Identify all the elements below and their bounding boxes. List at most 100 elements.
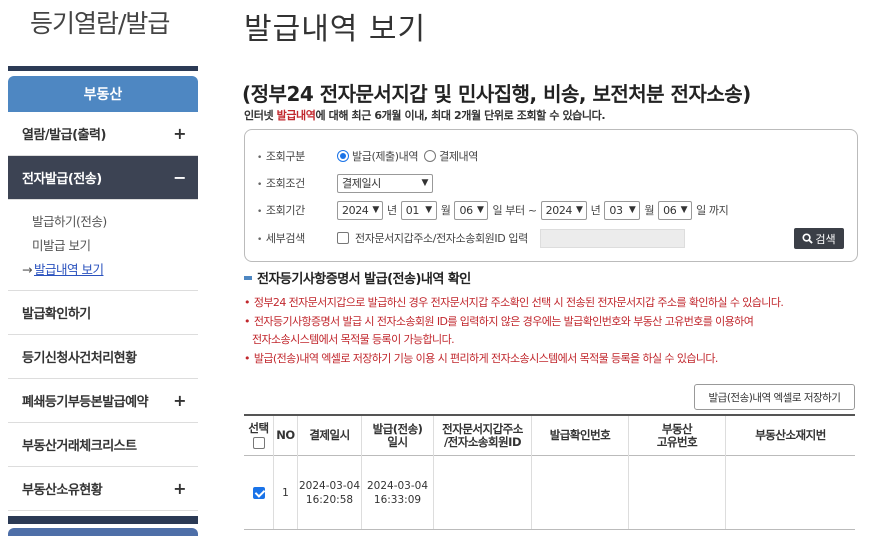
- issue-date-time: 16:33:09: [373, 493, 422, 506]
- th-wallet-line1: 전자문서지갑주소: [442, 421, 523, 436]
- info-title-text: 전자등기사항증명서 발급(전송)내역 확인: [257, 272, 471, 287]
- sidebar-next-header[interactable]: [8, 528, 198, 536]
- issue-history-table: 선택 NO 1 결제일시 2024-03-04 16:20:58 발급(전송) …: [244, 414, 855, 530]
- th-select: 선택: [244, 416, 273, 456]
- sidebar-subitem-unissued[interactable]: 미발급 보기: [32, 234, 198, 258]
- th-pay-date: 결제일시: [298, 416, 361, 456]
- expand-icon[interactable]: +: [173, 124, 186, 143]
- sidebar-item-view-issue[interactable]: 열람/발급(출력) +: [8, 112, 198, 156]
- chevron-down-icon: ▼: [476, 205, 484, 215]
- th-wallet: 전자문서지갑주소 /전자소송회원ID: [434, 416, 531, 456]
- sidebar-item-label: 열람/발급(출력): [22, 128, 106, 143]
- to-day-value: 06: [663, 203, 677, 217]
- radio-payment-history[interactable]: [424, 150, 437, 162]
- to-year-select[interactable]: 2024 ▼: [540, 200, 587, 220]
- search-button-label: 검색: [815, 232, 836, 246]
- section-title: (정부24 전자문서지갑 및 민사집행, 비송, 보전처분 전자소송): [242, 82, 751, 106]
- pay-date-time: 16:20:58: [305, 493, 354, 506]
- col-issue-date: 발급(전송) 일시 2024-03-04 16:33:09: [362, 416, 434, 529]
- radio-payment-history-label[interactable]: 결제내역: [439, 148, 478, 164]
- col-re-no: 부동산 고유번호: [629, 416, 726, 529]
- from-month-select[interactable]: 01 ▼: [400, 200, 437, 220]
- to-month-value: 03: [609, 203, 623, 217]
- th-issue-date-line2: 일시: [387, 434, 408, 449]
- search-cond-row: 조회조건 결제일시 ▼: [257, 173, 433, 193]
- detail-checkbox-label[interactable]: 전자문서지갑주소/전자소송회원ID 입력: [355, 230, 528, 246]
- row-checkbox[interactable]: [252, 486, 265, 499]
- search-detail-row: 세부검색 전자문서지갑주소/전자소송회원ID 입력: [257, 228, 685, 248]
- sidebar-bottom-divider: [8, 516, 198, 524]
- sidebar-item-issue-verify[interactable]: 발급확인하기: [8, 291, 198, 335]
- subtitle-highlight: 발급내역: [276, 109, 316, 122]
- unit-year: 년: [590, 204, 601, 217]
- sidebar-item-label: 폐쇄등기부등본발급예약: [22, 395, 149, 410]
- sidebar-header[interactable]: 부동산: [8, 76, 198, 112]
- expand-icon[interactable]: +: [173, 479, 186, 498]
- sidebar-subitem-issue-history[interactable]: → 발급내역 보기: [22, 258, 198, 282]
- chevron-down-icon: ▼: [576, 205, 583, 215]
- excel-export-button[interactable]: 발급(전송)내역 엑셀로 저장하기: [694, 384, 855, 410]
- col-select: 선택: [244, 416, 274, 529]
- sidebar-item-closed-register[interactable]: 폐쇄등기부등본발급예약 +: [8, 379, 198, 423]
- from-month-value: 01: [405, 203, 420, 217]
- note-item: 전자소송시스템에서 목적물 등록이 가능합니다.: [252, 333, 455, 346]
- table-row-wallet: [434, 456, 531, 529]
- sidebar-item-label: 등기신청사건처리현황: [22, 351, 137, 366]
- collapse-icon[interactable]: −: [173, 168, 186, 187]
- table-row-pay-date: 2024-03-04 16:20:58: [298, 456, 361, 529]
- select-all-checkbox[interactable]: [252, 437, 265, 449]
- search-detail-label: 세부검색: [257, 230, 337, 246]
- unit-month: 월: [644, 204, 655, 217]
- note-item: 정부24 전자문서지갑으로 발급하신 경우 전자문서지갑 주소확인 선택 시 전…: [244, 294, 864, 313]
- to-year-value: 2024: [545, 203, 573, 217]
- note-item: 발급(전송)내역 엑셀로 저장하기 기능 이용 시 편리하게 전자소송시스템에서…: [244, 350, 864, 369]
- radio-issue-history-label[interactable]: 발급(제출)내역: [352, 148, 419, 164]
- issue-date-date: 2024-03-04: [366, 479, 429, 492]
- chevron-down-icon: ▼: [680, 205, 688, 215]
- chevron-down-icon: ▼: [372, 205, 379, 215]
- th-address: 부동산소재지번: [726, 416, 855, 456]
- pay-date-date: 2024-03-04: [298, 479, 361, 492]
- sidebar-item-label: 전자발급(전송): [22, 172, 102, 187]
- sidebar-title: 등기열람/발급: [30, 9, 170, 38]
- unit-month: 월: [440, 204, 451, 217]
- from-day-select[interactable]: 06 ▼: [454, 200, 489, 220]
- sidebar-item-checklist[interactable]: 부동산거래체크리스트: [8, 423, 198, 467]
- radio-issue-history[interactable]: [337, 150, 349, 162]
- search-period-label: 조회기간: [257, 202, 337, 218]
- current-arrow-icon: →: [22, 262, 32, 277]
- th-re-no: 부동산 고유번호: [629, 416, 725, 456]
- search-period-row: 조회기간 2024▼ 년 01▼ 월 06▼ 일 부터 ~ 2024▼ 년 03…: [257, 200, 732, 220]
- to-day-select[interactable]: 06 ▼: [658, 200, 693, 220]
- sidebar-item-label: 부동산소유현황: [22, 483, 103, 498]
- from-year-select[interactable]: 2024 ▼: [337, 200, 383, 220]
- note-item: 전자등기사항증명서 발급 시 전자소송회원 ID를 입력하지 않은 경우에는 발…: [244, 313, 864, 332]
- search-cond-label: 조회조건: [257, 175, 337, 191]
- sidebar-item-case-status[interactable]: 등기신청사건처리현황: [8, 335, 198, 379]
- cond-select[interactable]: 결제일시 ▼: [337, 173, 433, 193]
- table-row-no: 1: [282, 486, 289, 499]
- chevron-down-icon: ▼: [425, 205, 432, 215]
- to-month-select[interactable]: 03 ▼: [604, 200, 641, 220]
- from-year-value: 2024: [342, 203, 369, 217]
- table-row-confirm-no: [532, 456, 628, 529]
- sidebar-item-e-issue[interactable]: 전자발급(전송) −: [8, 156, 198, 200]
- section-subtitle: 인터넷 발급내역에 대해 최근 6개월 이내, 최대 2개월 단위로 조회할 수…: [244, 107, 606, 123]
- detail-input[interactable]: [539, 228, 685, 248]
- sidebar-subitem-issue-send[interactable]: 발급하기(전송): [32, 210, 198, 234]
- col-wallet: 전자문서지갑주소 /전자소송회원ID: [434, 416, 532, 529]
- sidebar-submenu: 발급하기(전송) 미발급 보기 → 발급내역 보기: [8, 200, 198, 291]
- sidebar-item-label: 부동산거래체크리스트: [22, 439, 137, 454]
- search-button[interactable]: 검색: [794, 228, 844, 249]
- page-title: 발급내역 보기: [244, 12, 427, 47]
- col-no: NO 1: [274, 416, 298, 529]
- sidebar-item-label: 발급확인하기: [22, 307, 91, 322]
- th-re-no-line2: 고유번호: [656, 434, 698, 449]
- table-row-issue-date: 2024-03-04 16:33:09: [362, 456, 433, 529]
- subtitle-suffix: 에 대해 최근 6개월 이내, 최대 2개월 단위로 조회할 수 있습니다.: [315, 109, 606, 122]
- expand-icon[interactable]: +: [173, 391, 186, 410]
- detail-checkbox[interactable]: [337, 232, 349, 244]
- subtitle-prefix: 인터넷: [244, 109, 277, 122]
- sidebar-item-ownership[interactable]: 부동산소유현황 +: [8, 467, 198, 511]
- col-confirm-no: 발급확인번호: [532, 416, 629, 529]
